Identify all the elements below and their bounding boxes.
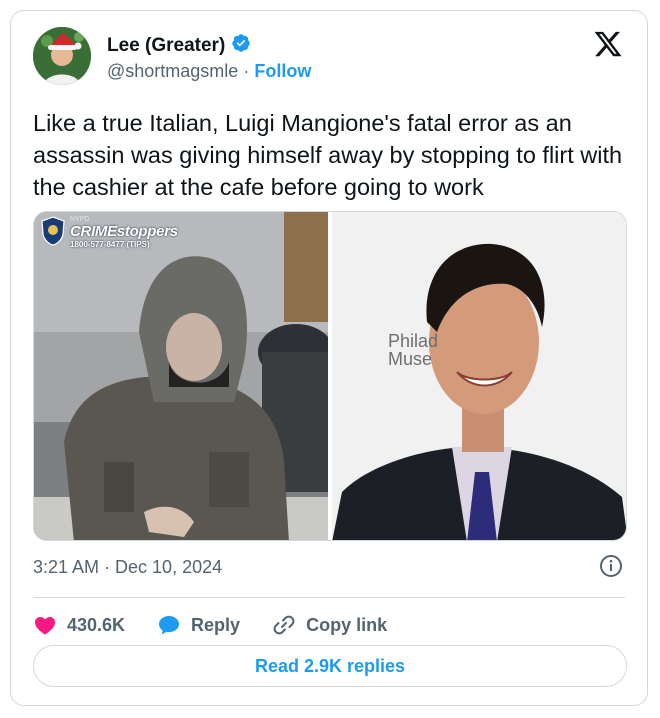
verified-badge-icon <box>231 33 251 58</box>
author-name-row: Lee (Greater) <box>107 33 251 58</box>
backdrop-line-1: Philad <box>388 331 439 351</box>
backdrop-text: Philad Muse <box>388 332 438 368</box>
badge-org: NYPD <box>70 216 90 223</box>
badge-title: CRIMEstoppers <box>70 223 178 240</box>
copy-link-button[interactable]: Copy link <box>272 613 387 637</box>
like-button[interactable]: 430.6K <box>33 613 125 637</box>
backdrop-line-2: Muse <box>388 349 433 369</box>
heart-icon <box>35 617 55 635</box>
author-handle-row: @shortmagsmle · Follow <box>107 61 311 82</box>
link-icon <box>273 615 295 635</box>
reply-button[interactable]: Reply <box>157 613 240 637</box>
info-icon[interactable] <box>599 554 623 578</box>
divider <box>33 597 625 598</box>
handle-separator: · <box>243 61 250 81</box>
x-logo-icon[interactable] <box>593 29 623 59</box>
reply-bubble-icon <box>159 616 180 635</box>
media-grid[interactable]: NYPD CRIMEstoppers 1800-577-8477 (TIPS) … <box>33 211 627 541</box>
author-handle[interactable]: @shortmagsmle <box>107 61 238 81</box>
reply-label: Reply <box>191 614 241 635</box>
copy-link-label: Copy link <box>306 614 388 635</box>
follow-button[interactable]: Follow <box>254 61 311 81</box>
action-bar: 430.6K Reply Copy link <box>33 607 419 643</box>
avatar[interactable] <box>33 27 91 85</box>
tweet-timestamp[interactable]: 3:21 AM · Dec 10, 2024 <box>33 557 222 578</box>
read-replies-button[interactable]: Read 2.9K replies <box>33 645 627 687</box>
tweet-card: Lee (Greater) @shortmagsmle · Follow Lik… <box>10 10 648 706</box>
media-image-surveillance[interactable]: NYPD CRIMEstoppers 1800-577-8477 (TIPS) <box>34 212 328 540</box>
like-count: 430.6K <box>67 614 126 635</box>
badge-phone: 1800-577-8477 (TIPS) <box>70 240 150 249</box>
nypd-shield-icon <box>41 216 65 246</box>
author-display-name[interactable]: Lee (Greater) <box>107 35 225 57</box>
crime-stoppers-badge: NYPD CRIMEstoppers 1800-577-8477 (TIPS) <box>40 216 178 249</box>
tweet-text: Like a true Italian, Luigi Mangione's fa… <box>33 110 623 200</box>
media-image-portrait[interactable]: Philad Muse <box>332 212 626 540</box>
